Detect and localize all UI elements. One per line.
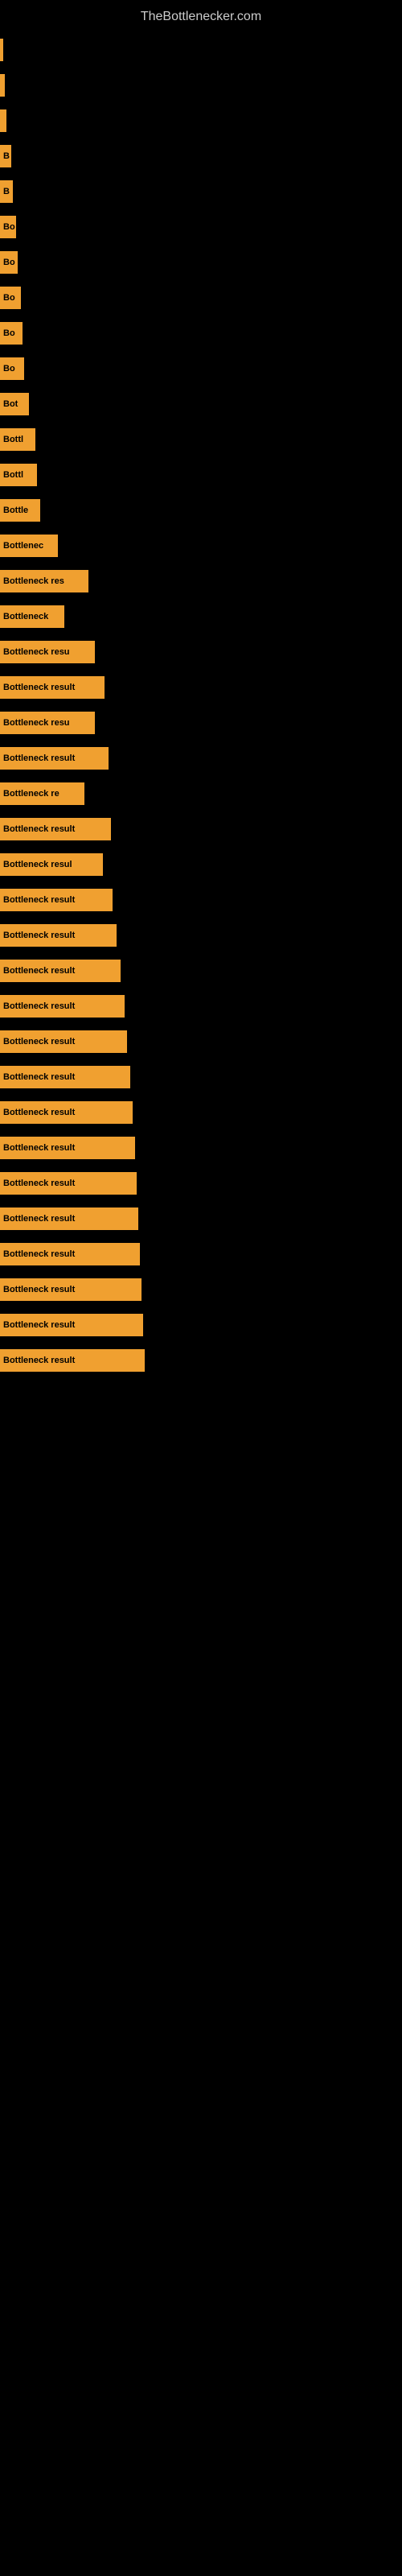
result-bar: Bottl (0, 428, 35, 451)
bar-row: Bottleneck result (0, 1272, 402, 1307)
bar-row: Bottleneck result (0, 1307, 402, 1343)
result-bar: Bottleneck result (0, 1314, 143, 1336)
bar-row: Bo (0, 316, 402, 351)
bar-row: Bottleneck result (0, 670, 402, 705)
bar-row: Bottleneck result (0, 989, 402, 1024)
result-bar: Bottleneck result (0, 747, 109, 770)
bar-row: Bottleneck result (0, 1095, 402, 1130)
result-bar: Bottleneck result (0, 818, 111, 840)
result-bar: Bottleneck result (0, 1278, 142, 1301)
result-bar: B (0, 180, 13, 203)
result-bar: Bo (0, 322, 23, 345)
bar-row: Bottleneck resu (0, 634, 402, 670)
result-bar: Bottleneck resu (0, 712, 95, 734)
bar-row: Bottleneck resu (0, 705, 402, 741)
result-bar: Bottleneck result (0, 1101, 133, 1124)
result-bar (0, 109, 6, 132)
result-bar: Bo (0, 357, 24, 380)
bar-row: Bottleneck res (0, 564, 402, 599)
result-bar: Bot (0, 393, 29, 415)
result-bar: Bo (0, 287, 21, 309)
result-bar: Bottleneck result (0, 995, 125, 1018)
result-bar: Bottleneck result (0, 676, 105, 699)
result-bar: Bo (0, 216, 16, 238)
bar-row: Bottle (0, 493, 402, 528)
bar-row: Bo (0, 280, 402, 316)
bar-row: Bottleneck result (0, 882, 402, 918)
result-bar: Bottleneck result (0, 1172, 137, 1195)
bar-row: Bottleneck result (0, 1201, 402, 1236)
result-bar: Bottleneck result (0, 1137, 135, 1159)
bars-container: BB Bo Bo Bo Bo Bo Bot Bottl Bottl Bottle Bottlenec… (0, 32, 402, 1378)
bar-row: Bottl (0, 457, 402, 493)
bar-row: Bottleneck result (0, 918, 402, 953)
bar-row: Bo (0, 209, 402, 245)
bar-row: Bottleneck re (0, 776, 402, 811)
bar-row: Bottleneck result (0, 1343, 402, 1378)
result-bar: Bottlenec (0, 535, 58, 557)
result-bar: Bottleneck resu (0, 641, 95, 663)
bar-row: Bottl (0, 422, 402, 457)
result-bar: Bottleneck result (0, 1208, 138, 1230)
bar-row: Bottleneck result (0, 741, 402, 776)
result-bar: Bottleneck result (0, 1066, 130, 1088)
result-bar: Bottleneck result (0, 1030, 127, 1053)
bar-row: Bottleneck result (0, 1236, 402, 1272)
bar-row: Bottleneck resul (0, 847, 402, 882)
bar-row: Bottleneck result (0, 1166, 402, 1201)
result-bar: Bottleneck result (0, 960, 121, 982)
bar-row: Bo (0, 351, 402, 386)
bar-row: Bottleneck result (0, 1130, 402, 1166)
bar-row (0, 68, 402, 103)
bar-row: B (0, 138, 402, 174)
bar-row (0, 32, 402, 68)
bar-row: Bottleneck result (0, 1059, 402, 1095)
result-bar: Bottleneck result (0, 1243, 140, 1265)
result-bar: Bottleneck res (0, 570, 88, 592)
bar-row (0, 103, 402, 138)
result-bar: Bottleneck (0, 605, 64, 628)
bar-row: Bottleneck result (0, 953, 402, 989)
bar-row: Bottleneck result (0, 1024, 402, 1059)
result-bar: Bottleneck result (0, 924, 117, 947)
result-bar: Bottl (0, 464, 37, 486)
result-bar (0, 74, 5, 97)
bar-row: B (0, 174, 402, 209)
bar-row: Bottleneck (0, 599, 402, 634)
result-bar: Bottleneck result (0, 889, 113, 911)
result-bar: Bottleneck resul (0, 853, 103, 876)
bar-row: Bottlenec (0, 528, 402, 564)
result-bar: Bottleneck re (0, 782, 84, 805)
bar-row: Bot (0, 386, 402, 422)
bar-row: Bottleneck result (0, 811, 402, 847)
result-bar: Bottle (0, 499, 40, 522)
result-bar (0, 39, 3, 61)
result-bar: Bottleneck result (0, 1349, 145, 1372)
result-bar: B (0, 145, 11, 167)
bar-row: Bo (0, 245, 402, 280)
site-title: TheBottlenecker.com (0, 3, 402, 31)
result-bar: Bo (0, 251, 18, 274)
